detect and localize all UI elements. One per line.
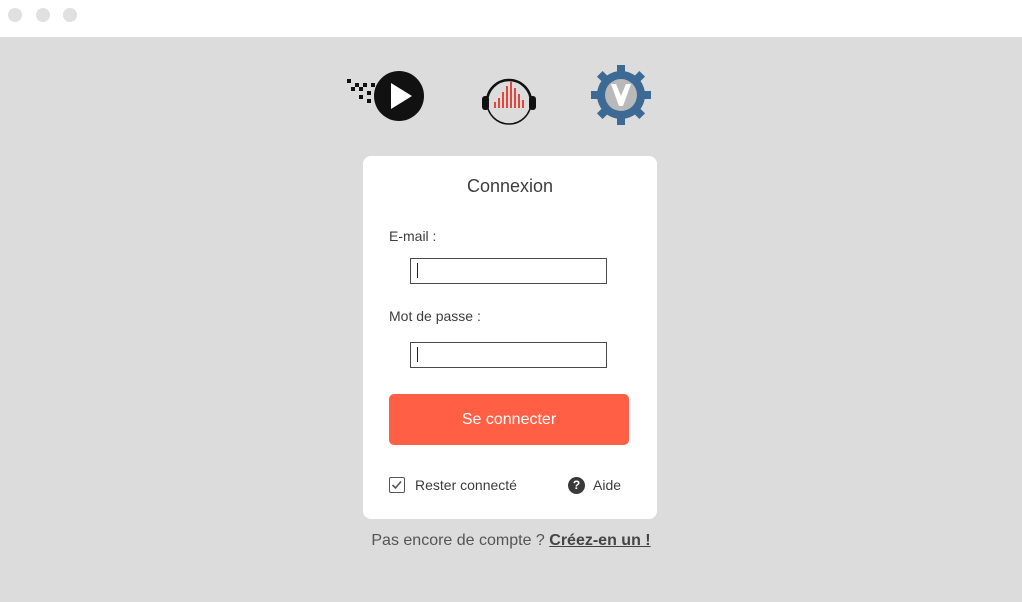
signup-text: Pas encore de compte ?: [371, 532, 550, 549]
password-label: Mot de passe :: [389, 308, 481, 324]
question-circle-icon: ?: [568, 476, 585, 494]
login-card: Connexion E-mail : Mot de passe : Se con…: [363, 156, 657, 519]
window-maximize-button[interactable]: [63, 8, 77, 22]
create-account-link[interactable]: Créez-en un !: [549, 532, 650, 549]
checkbox-checked-icon[interactable]: [389, 477, 405, 493]
login-button[interactable]: Se connecter: [389, 394, 629, 445]
app-logos: [0, 60, 1022, 130]
text-caret: [417, 347, 418, 362]
window-titlebar: [0, 0, 1022, 37]
window-close-button[interactable]: [8, 8, 22, 22]
help-label: Aide: [593, 477, 622, 493]
play-logo-icon: [347, 71, 424, 121]
window-minimize-button[interactable]: [36, 8, 50, 22]
login-title: Connexion: [466, 176, 554, 196]
email-field[interactable]: [410, 258, 607, 284]
password-field[interactable]: [410, 342, 607, 368]
gear-v-logo-icon: [591, 65, 651, 125]
text-caret: [417, 263, 418, 278]
audio-headphones-logo-icon: [482, 78, 536, 125]
email-label: E-mail :: [389, 228, 437, 244]
signup-prompt: Pas encore de compte ? Créez-en un !: [0, 532, 1022, 550]
remember-me-checkbox[interactable]: Rester connecté: [389, 474, 517, 496]
remember-me-label: Rester connecté: [415, 477, 517, 493]
help-link[interactable]: ? Aide: [568, 474, 621, 496]
